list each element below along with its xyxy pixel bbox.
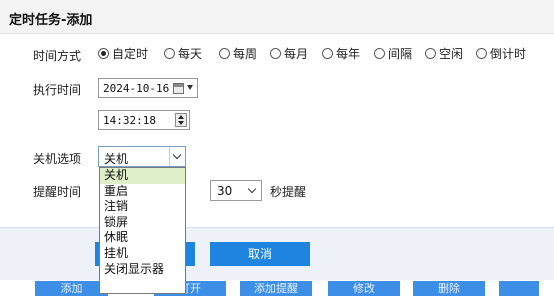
radio-mode-weekly[interactable]: 每周: [219, 43, 257, 63]
shutdown-dropdown-button[interactable]: [169, 147, 185, 166]
toolbar-extra-button[interactable]: [499, 281, 539, 296]
dropdown-option-standby[interactable]: 挂机: [100, 246, 185, 262]
radio-mode-custom-label: 自定时: [112, 46, 149, 61]
calendar-icon[interactable]: [173, 83, 184, 94]
chevron-down-icon: [247, 184, 257, 194]
dialog-titlebar: 定时任务-添加: [0, 0, 554, 34]
radio-mode-countdown[interactable]: 倒计时: [476, 43, 526, 63]
toolbar-add-remind-label: 添加提醒: [254, 282, 298, 295]
dropdown-option-display-off[interactable]: 关闭显示器: [100, 262, 185, 278]
dropdown-option-restart[interactable]: 重启: [100, 184, 185, 200]
shutdown-option-select[interactable]: 关机: [98, 146, 186, 167]
radio-mode-custom[interactable]: 自定时: [98, 43, 148, 63]
exec-date-value: 2024-10-16: [103, 82, 170, 95]
radio-mode-idle-circle: [425, 47, 436, 59]
radio-mode-weekly-label: 每周: [233, 46, 258, 61]
exec-time-label: 执行时间: [33, 83, 82, 97]
exec-time-field[interactable]: 14:32:18: [98, 110, 190, 130]
radio-mode-yearly[interactable]: 每年: [322, 43, 360, 63]
radio-mode-monthly[interactable]: 每月: [270, 43, 308, 63]
spin-up-icon[interactable]: [178, 115, 184, 119]
radio-mode-interval-circle: [374, 47, 385, 59]
dialog-title: 定时任务-添加: [9, 13, 93, 28]
toolbar-add-label: 添加: [60, 282, 83, 295]
chevron-down-icon: [172, 150, 182, 160]
radio-mode-interval-label: 间隔: [388, 46, 413, 61]
radio-mode-custom-circle: [98, 47, 109, 59]
toolbar-edit-button[interactable]: 修改: [328, 281, 400, 296]
dropdown-option-logoff[interactable]: 注销: [100, 199, 185, 215]
dropdown-option-lock[interactable]: 锁屏: [100, 215, 185, 231]
time-mode-label: 时间方式: [33, 49, 82, 63]
toolbar-edit-label: 修改: [353, 282, 375, 295]
radio-mode-idle[interactable]: 空闲: [425, 43, 463, 63]
remind-seconds-select[interactable]: 30: [210, 180, 262, 201]
remind-suffix-text: 秒提醒: [270, 185, 307, 199]
radio-mode-idle-label: 空闲: [439, 46, 464, 61]
spin-down-icon[interactable]: [178, 121, 184, 125]
radio-mode-countdown-label: 倒计时: [490, 46, 527, 61]
radio-mode-interval[interactable]: 间隔: [374, 43, 412, 63]
exec-time-value: 14:32:18: [103, 114, 156, 127]
dropdown-option-sleep[interactable]: 休眠: [100, 230, 185, 246]
radio-mode-countdown-circle: [476, 47, 487, 59]
date-dropdown-arrow-icon[interactable]: [187, 85, 193, 90]
shutdown-option-dropdown: 关机 重启 注销 锁屏 休眠 挂机 关闭显示器: [99, 167, 186, 294]
toolbar-delete-label: 删除: [438, 282, 460, 295]
toolbar-add-remind-button[interactable]: 添加提醒: [240, 281, 312, 296]
radio-mode-monthly-label: 每月: [284, 46, 309, 61]
radio-mode-monthly-circle: [270, 47, 281, 59]
radio-mode-daily[interactable]: 每天: [164, 43, 202, 63]
shutdown-option-label: 关机选项: [33, 152, 82, 166]
radio-mode-daily-circle: [164, 47, 175, 59]
remind-time-label: 提醒时间: [33, 185, 82, 199]
cancel-button[interactable]: 取消: [210, 242, 310, 266]
remind-seconds-value: 30: [217, 184, 233, 198]
radio-mode-daily-label: 每天: [178, 46, 203, 61]
radio-mode-weekly-circle: [219, 47, 230, 59]
radio-mode-yearly-circle: [322, 47, 333, 59]
scheduled-task-add-dialog: 定时任务-添加 时间方式 自定时 每天 每周 每月 每年 间隔 空闲 倒计时 执…: [0, 0, 554, 296]
shutdown-option-value: 关机: [104, 152, 129, 166]
toolbar-delete-button[interactable]: 删除: [413, 281, 485, 296]
dropdown-option-shutdown[interactable]: 关机: [100, 168, 185, 184]
exec-date-picker[interactable]: 2024-10-16: [98, 78, 198, 98]
toolbar-add-button[interactable]: 添加: [35, 281, 108, 296]
time-spinner[interactable]: [175, 113, 187, 127]
radio-mode-yearly-label: 每年: [336, 46, 361, 61]
